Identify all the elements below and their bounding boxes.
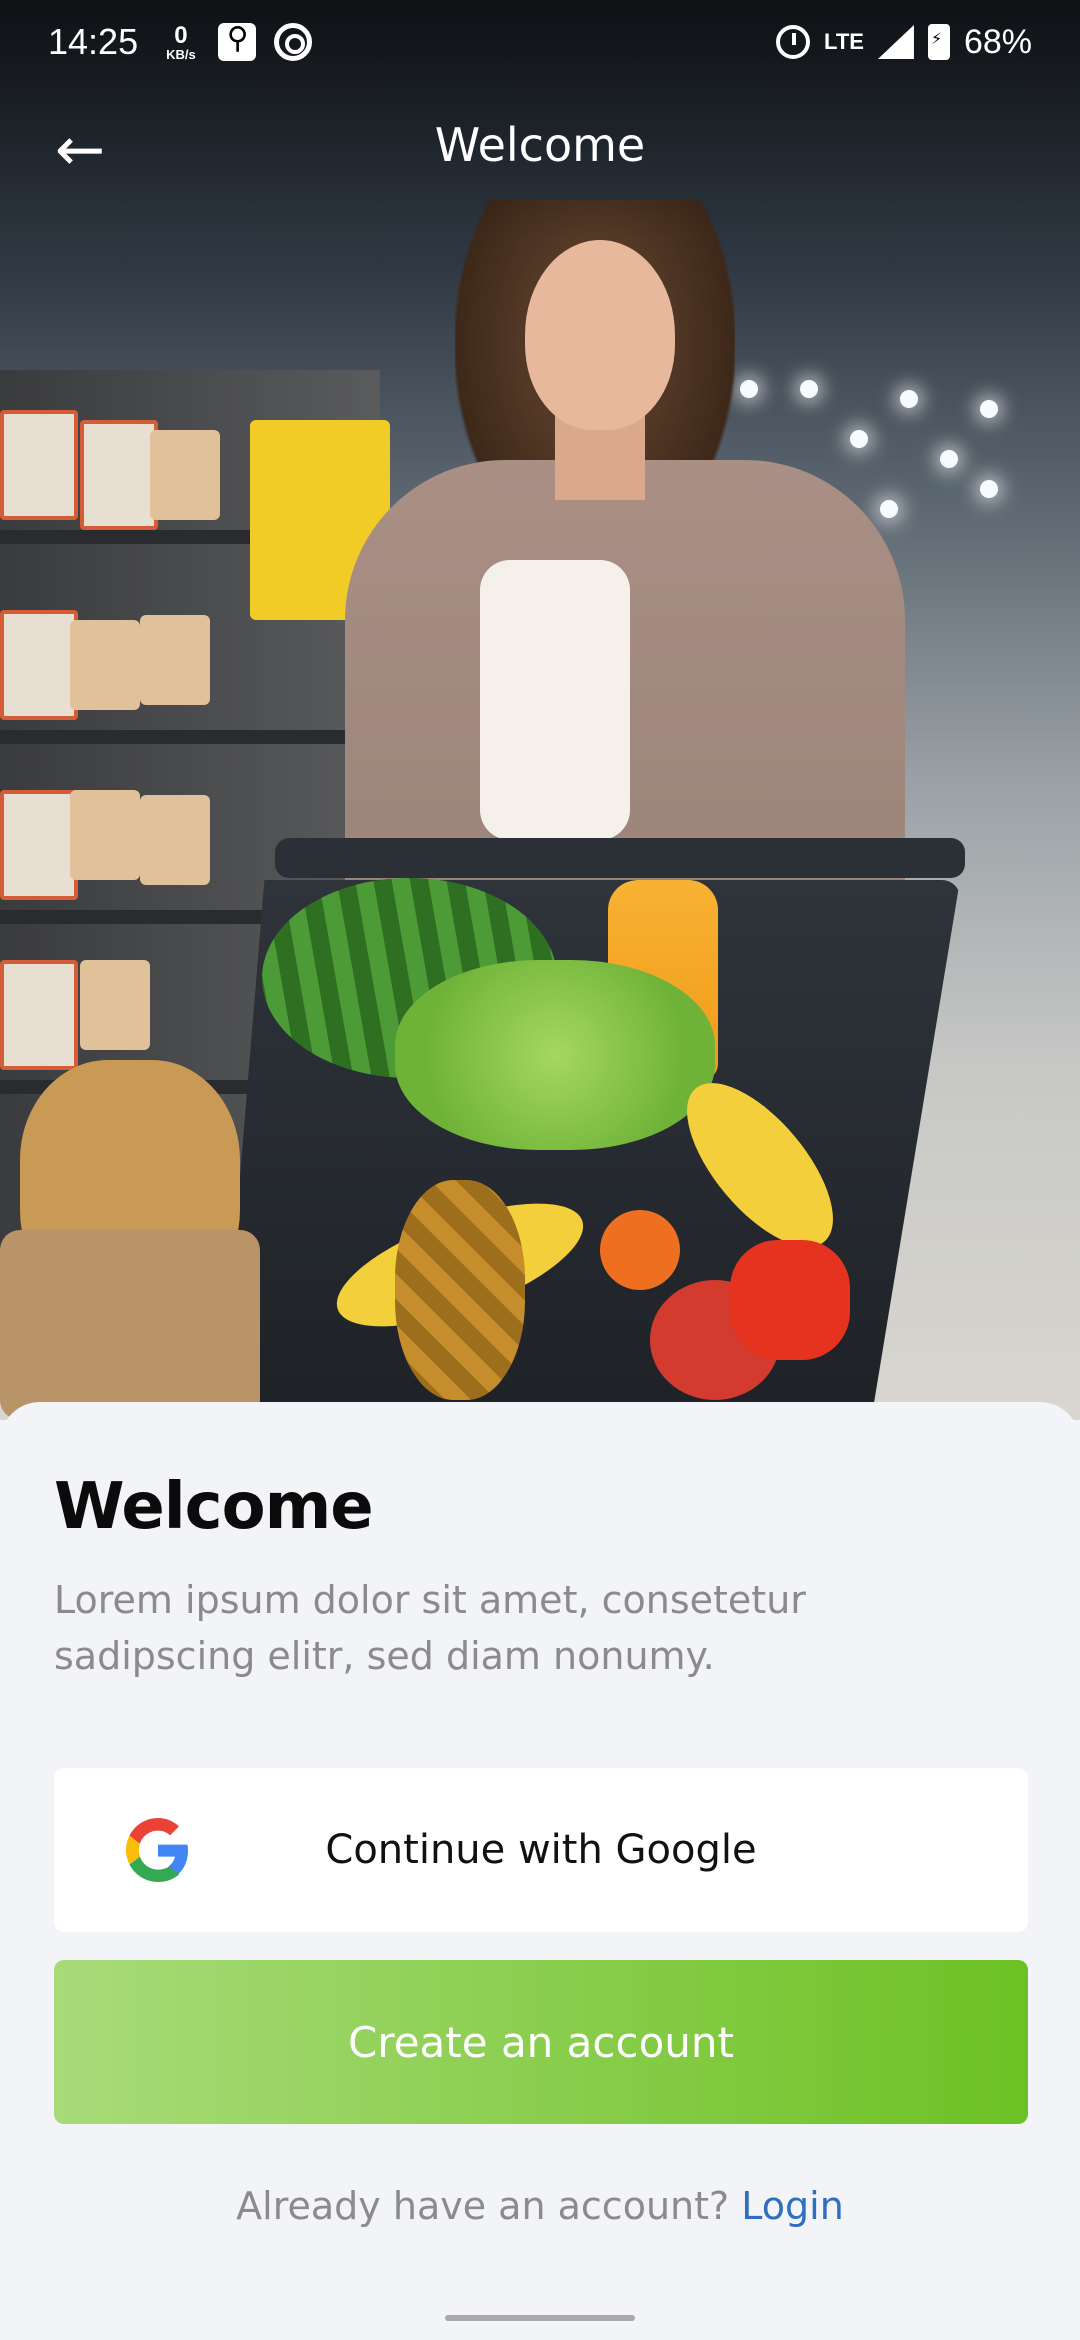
network-speed-value: 0 xyxy=(174,21,188,49)
network-speed: 0 KB/s xyxy=(166,21,196,62)
at-sign-icon xyxy=(273,23,312,61)
login-link[interactable]: Login xyxy=(741,2184,844,2228)
app-bar: ← Welcome xyxy=(0,100,1080,196)
network-speed-unit: KB/s xyxy=(166,46,196,62)
welcome-heading: Welcome xyxy=(54,1470,374,1544)
continue-with-google-label: Continue with Google xyxy=(325,1827,757,1873)
hero-image xyxy=(0,0,1080,1420)
app-bar-title: Welcome xyxy=(434,118,646,172)
status-time: 14:25 xyxy=(48,21,139,62)
usb-icon xyxy=(217,21,256,61)
status-bar: 14:25 0 KB/s LTE 68% xyxy=(0,0,1080,84)
login-prompt: Already have an account? xyxy=(236,2184,730,2228)
alarm-icon xyxy=(776,25,811,59)
signal-icon xyxy=(877,25,914,59)
google-logo-icon xyxy=(126,1818,188,1882)
create-account-button[interactable]: Create an account xyxy=(54,1960,1028,2124)
login-prompt-row: Already have an account? Login xyxy=(0,2184,1080,2228)
create-account-label: Create an account xyxy=(348,2017,734,2067)
welcome-description: Lorem ipsum dolor sit amet, consetetur s… xyxy=(54,1578,806,1678)
battery-charging-icon xyxy=(927,24,950,60)
battery-percent: 68% xyxy=(963,22,1032,61)
continue-with-google-button[interactable]: Continue with Google xyxy=(54,1768,1028,1932)
network-type: LTE xyxy=(824,29,864,54)
home-indicator[interactable] xyxy=(445,2315,635,2321)
welcome-sheet: Welcome Lorem ipsum dolor sit amet, cons… xyxy=(0,1402,1080,2340)
